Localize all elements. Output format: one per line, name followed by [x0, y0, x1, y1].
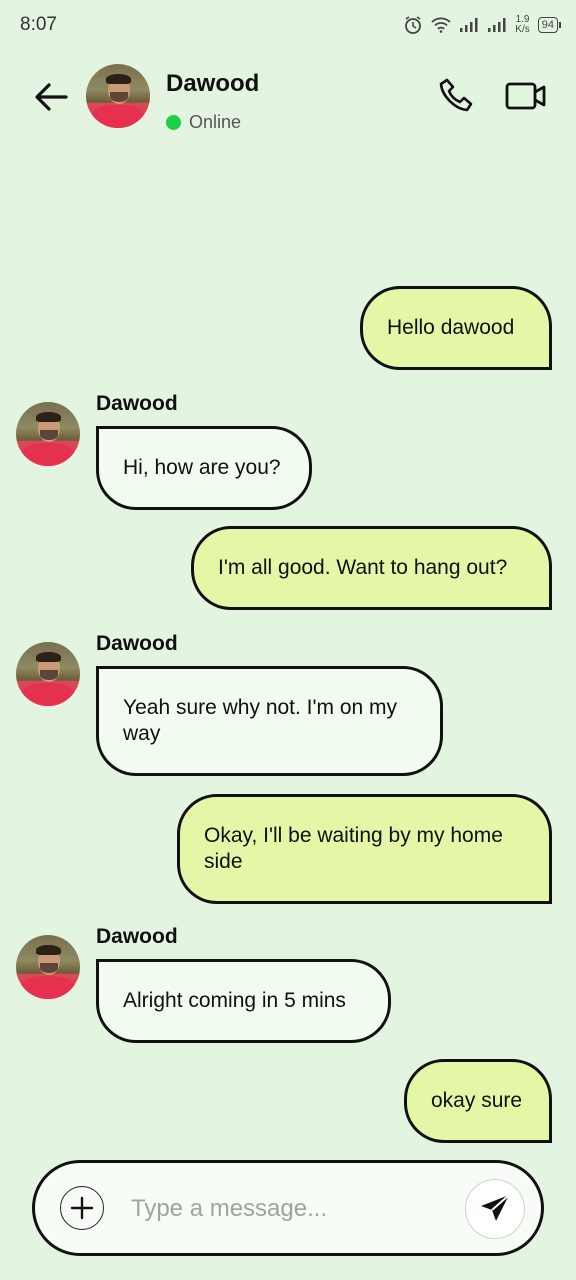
incoming-message[interactable]: Alright coming in 5 mins: [96, 959, 391, 1043]
wifi-icon: [431, 17, 451, 33]
message-text: Alright coming in 5 mins: [123, 989, 346, 1012]
video-call-button[interactable]: [502, 74, 550, 118]
send-icon: [481, 1194, 510, 1221]
outgoing-message[interactable]: Okay, I'll be waiting by my home side: [177, 794, 552, 904]
outgoing-message[interactable]: I'm all good. Want to hang out?: [191, 526, 552, 610]
message-text: okay sure: [431, 1089, 523, 1112]
contact-name[interactable]: Dawood: [166, 70, 259, 98]
online-dot: [166, 115, 181, 130]
network-speed-unit: K/s: [515, 24, 530, 35]
back-button[interactable]: [32, 78, 70, 116]
message-text: Yeah sure why not. I'm on my way: [123, 696, 398, 745]
sender-avatar[interactable]: [16, 642, 80, 706]
chat-header: Dawood Online: [0, 58, 576, 138]
send-button[interactable]: [465, 1179, 525, 1239]
phone-icon: [439, 78, 473, 112]
sender-avatar[interactable]: [16, 935, 80, 999]
message-text: Okay, I'll be waiting by my home side: [204, 824, 503, 873]
attach-button[interactable]: [60, 1186, 104, 1230]
contact-status: Online: [166, 112, 241, 133]
outgoing-message[interactable]: okay sure: [404, 1059, 552, 1143]
sender-name: Dawood: [96, 632, 178, 655]
sender-name: Dawood: [96, 392, 178, 415]
incoming-message[interactable]: Hi, how are you?: [96, 426, 312, 510]
signal-icon: [487, 17, 507, 33]
sender-name: Dawood: [96, 925, 178, 948]
message-input[interactable]: [131, 1191, 451, 1227]
status-label: Online: [189, 112, 242, 132]
message-text: I'm all good. Want to hang out?: [218, 556, 508, 579]
contact-avatar[interactable]: [86, 64, 150, 128]
sender-avatar[interactable]: [16, 402, 80, 466]
battery-indicator: 94: [537, 17, 562, 33]
signal-icon: [459, 17, 479, 33]
status-icons: 1.9 K/s 94: [403, 12, 562, 38]
network-speed: 1.9 K/s: [515, 15, 529, 35]
status-bar: 8:07 1.9 K/s 94: [0, 0, 576, 50]
arrow-left-icon: [35, 83, 68, 111]
message-text: Hi, how are you?: [123, 456, 281, 479]
call-button[interactable]: [434, 74, 478, 118]
plus-icon: [70, 1196, 94, 1220]
message-composer: [32, 1160, 544, 1256]
alarm-icon: [403, 15, 423, 35]
outgoing-message[interactable]: Hello dawood: [360, 286, 552, 370]
video-camera-icon: [505, 82, 546, 110]
status-time: 8:07: [20, 14, 57, 35]
incoming-message[interactable]: Yeah sure why not. I'm on my way: [96, 666, 443, 776]
message-text: Hello dawood: [387, 316, 515, 339]
